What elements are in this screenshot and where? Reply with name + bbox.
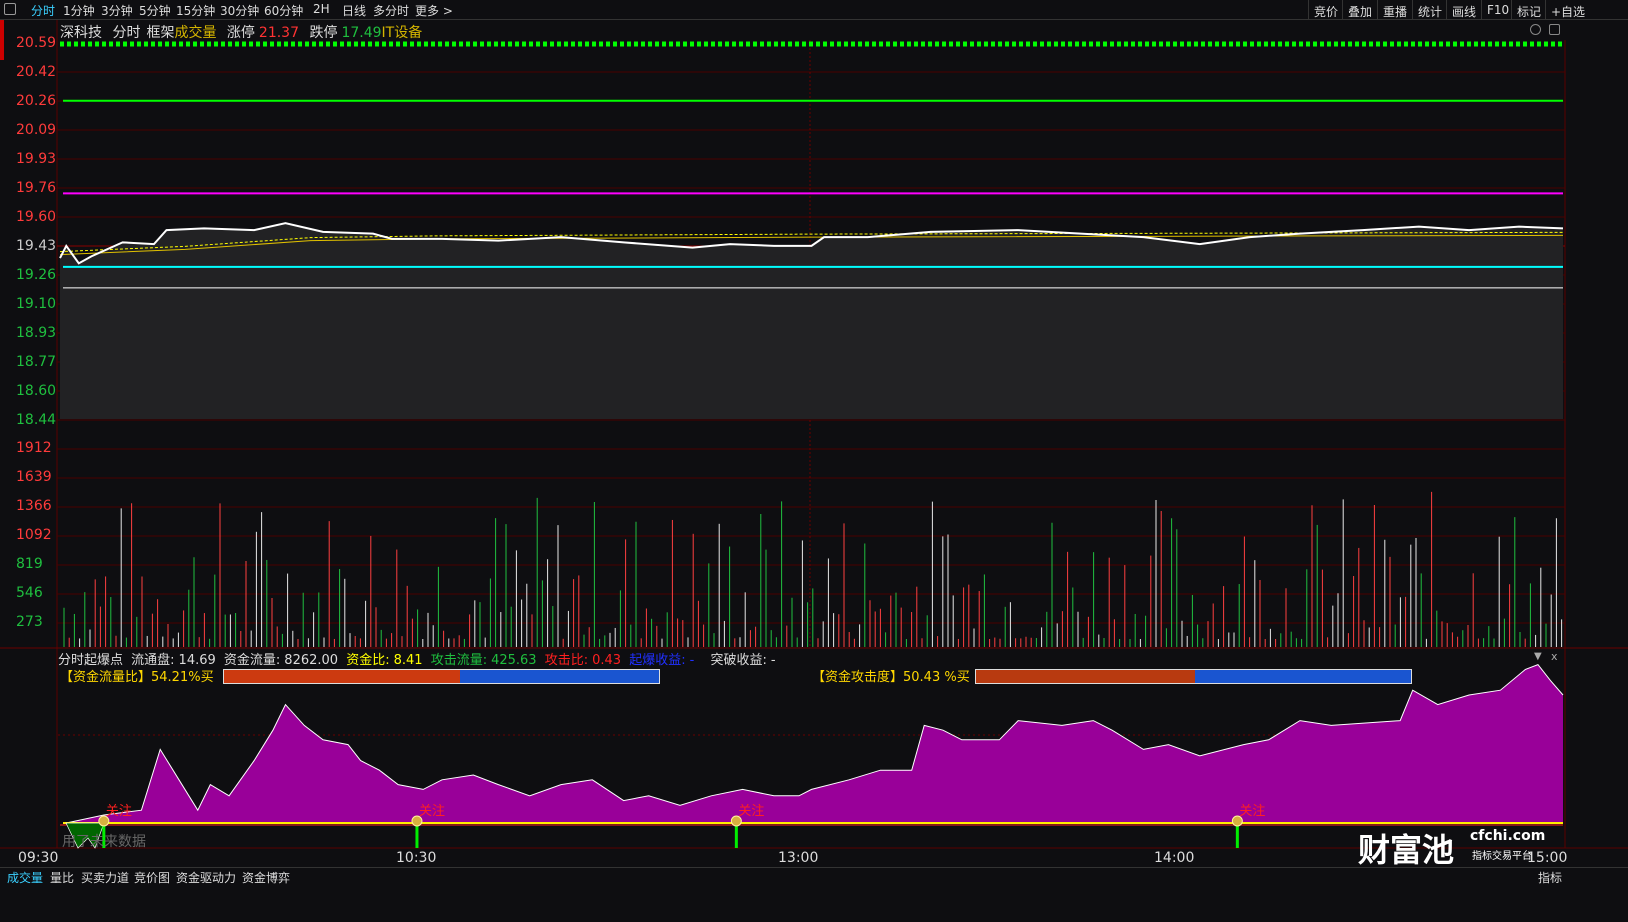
attack-ratio-value: 0.43 — [592, 653, 622, 668]
attack-flow-label: 攻击流量: — [430, 653, 488, 668]
burst-label: 起爆收益: — [629, 653, 686, 668]
time-label: 14:00 — [1154, 850, 1195, 866]
attack-area — [60, 664, 1563, 823]
close-icon[interactable]: x — [1551, 650, 1558, 663]
flow-ratio-label: 【资金流量比】54.21%买 — [60, 670, 214, 685]
attack-ratio-label: 攻击比: — [544, 653, 589, 668]
tab-volume[interactable]: 成交量 — [7, 869, 43, 886]
price-area — [60, 223, 1563, 419]
time-label: 15:00 — [1527, 850, 1568, 866]
flow-ratio-bar — [223, 669, 660, 684]
marker-label: 关注 — [106, 804, 132, 819]
logo-slogan: 指标交易平台 — [1472, 851, 1532, 862]
marker-label: 关注 — [1239, 804, 1265, 819]
future-data-warning: 用了未来数据 — [62, 834, 146, 850]
tab-fund-drive[interactable]: 资金驱动力 — [176, 869, 236, 886]
time-label: 10:30 — [396, 850, 437, 866]
ratio-label: 资金比: — [346, 653, 390, 668]
tab-auction-chart[interactable]: 竞价图 — [134, 869, 170, 886]
tab-fund-game[interactable]: 资金博弈 — [242, 869, 290, 886]
time-label: 09:30 — [18, 850, 59, 866]
dropdown-icon[interactable]: ▼ — [1534, 651, 1542, 662]
attack-bar — [975, 669, 1412, 684]
ratio-value: 8.41 — [393, 653, 423, 668]
logo-site: cfchi.com — [1470, 828, 1546, 844]
attack-flow-value: 425.63 — [491, 653, 537, 668]
marker-label: 关注 — [738, 804, 764, 819]
indicator-button[interactable]: 指标 — [1538, 869, 1562, 886]
marker-label: 关注 — [419, 804, 445, 819]
burst-value: - — [689, 653, 695, 668]
tab-buy-sell-force[interactable]: 买卖力道 — [81, 869, 129, 886]
logo: 财富池 — [1358, 831, 1455, 869]
flow-value: 8262.00 — [284, 653, 339, 668]
break-value: - — [770, 653, 776, 668]
intraday-chart[interactable]: 关注 关注 关注 关注 — [0, 0, 1628, 922]
tab-volume-ratio[interactable]: 量比 — [50, 869, 74, 886]
break-label: 突破收益: — [710, 653, 767, 668]
attack-label: 【资金攻击度】50.43 %买 — [812, 670, 970, 685]
time-label: 13:00 — [778, 850, 819, 866]
flow-label: 资金流量: — [223, 653, 281, 668]
